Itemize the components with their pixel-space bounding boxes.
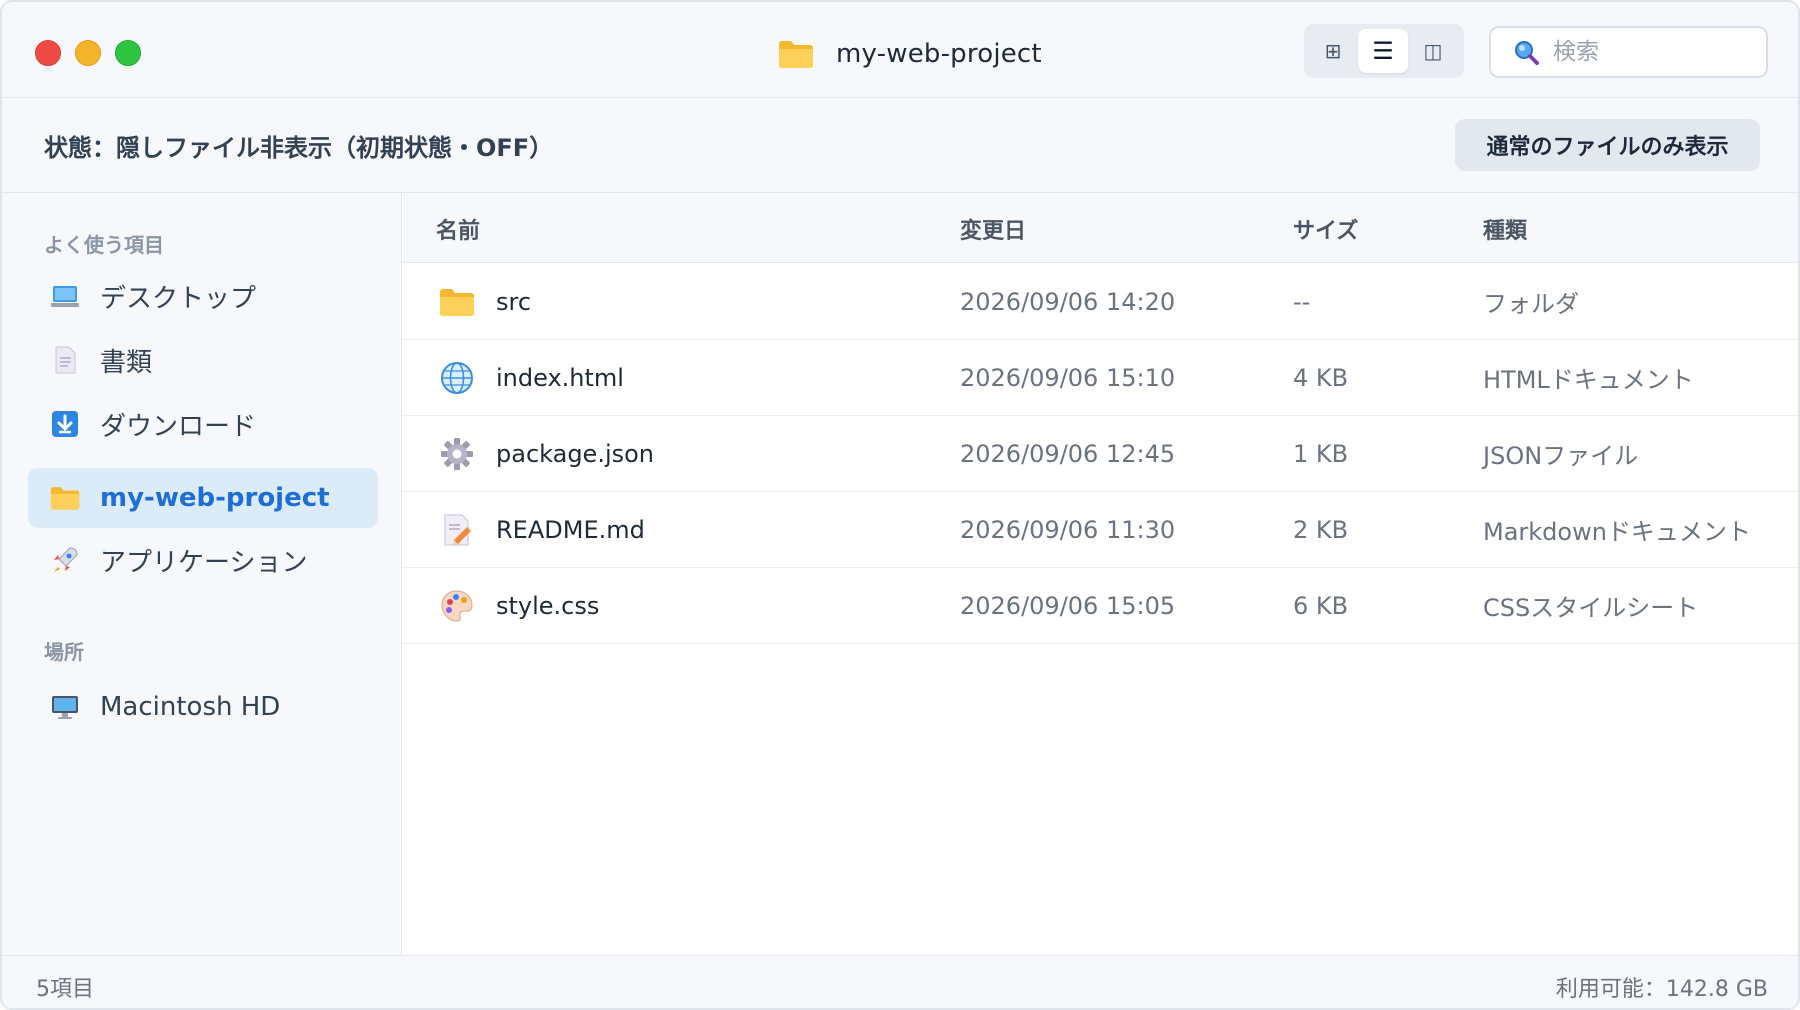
- table-row[interactable]: README.md 2026/09/06 11:30 2 KB Markdown…: [403, 492, 1798, 568]
- file-name: index.html: [496, 364, 624, 392]
- file-size: 6 KB: [1293, 592, 1349, 620]
- table-row[interactable]: style.css 2026/09/06 15:05 6 KB CSSスタイルシ…: [403, 568, 1798, 644]
- folder-icon: [50, 483, 80, 513]
- file-name: style.css: [496, 592, 600, 620]
- show-normal-files-button[interactable]: 通常のファイルのみ表示: [1455, 119, 1760, 171]
- table-row[interactable]: package.json 2026/09/06 12:45 1 KB JSONフ…: [403, 416, 1798, 492]
- sidebar-item-label: my-web-project: [100, 483, 330, 513]
- search-icon: [1515, 41, 1539, 65]
- available-space: 利用可能：142.8 GB: [1555, 977, 1768, 1002]
- sidebar-item-documents[interactable]: 書類: [28, 330, 378, 390]
- sidebar-item-downloads[interactable]: ダウンロード: [28, 394, 378, 454]
- grid-view-icon: ⊞: [1324, 39, 1342, 63]
- sidebar-item-my-web-project[interactable]: my-web-project: [28, 468, 378, 528]
- file-modified: 2026/09/06 11:30: [960, 516, 1176, 544]
- window-title-group: my-web-project: [778, 36, 1042, 72]
- file-kind: CSSスタイルシート: [1483, 594, 1699, 622]
- column-header-kind[interactable]: 種類: [1483, 213, 1527, 245]
- file-name: README.md: [496, 516, 645, 544]
- file-kind: Markdownドキュメント: [1483, 518, 1751, 546]
- file-kind: HTMLドキュメント: [1483, 366, 1694, 394]
- sidebar-item-desktop[interactable]: デスクトップ: [28, 266, 378, 326]
- sidebar-heading-favorites: よく使う項目: [44, 233, 164, 257]
- column-view-icon: ◫: [1423, 39, 1443, 63]
- file-kind: フォルダ: [1483, 290, 1579, 318]
- column-header-size[interactable]: サイズ: [1293, 213, 1358, 245]
- folder-icon: [439, 284, 475, 320]
- grid-view-button[interactable]: ⊞: [1308, 29, 1358, 73]
- folder-icon: [779, 41, 813, 68]
- sidebar-item-label: デスクトップ: [100, 283, 257, 314]
- close-button[interactable]: [35, 40, 61, 66]
- file-size: --: [1293, 288, 1311, 316]
- title-bar: my-web-project ⊞ ☰ ◫: [2, 2, 1798, 98]
- download-icon: [50, 409, 80, 439]
- list-view-icon: ☰: [1372, 37, 1394, 65]
- hidden-files-status: 状態：隠しファイル非表示（初期状態・OFF）: [44, 134, 554, 162]
- file-modified: 2026/09/06 15:05: [960, 592, 1176, 620]
- finder-window: my-web-project ⊞ ☰ ◫ 状態：隠しファイル非表示（初期状態・O…: [0, 0, 1800, 1010]
- file-modified: 2026/09/06 15:10: [960, 364, 1176, 392]
- palette-icon: [439, 588, 475, 624]
- file-kind: JSONファイル: [1483, 442, 1639, 470]
- globe-icon: [439, 360, 475, 396]
- file-size: 4 KB: [1293, 364, 1349, 392]
- item-count: 5項目: [36, 977, 94, 1002]
- window-title: my-web-project: [836, 39, 1042, 69]
- minimize-button[interactable]: [75, 40, 101, 66]
- gear-icon: [439, 436, 475, 472]
- file-modified: 2026/09/06 12:45: [960, 440, 1176, 468]
- sidebar-heading-locations: 場所: [44, 640, 84, 664]
- zoom-button[interactable]: [115, 40, 141, 66]
- column-header-name[interactable]: 名前: [436, 213, 480, 245]
- table-row[interactable]: index.html 2026/09/06 15:10 4 KB HTMLドキュ…: [403, 340, 1798, 416]
- computer-icon: [50, 692, 80, 722]
- column-view-button[interactable]: ◫: [1408, 29, 1458, 73]
- search-input[interactable]: [1553, 39, 1743, 65]
- desktop-icon: [50, 281, 80, 311]
- memo-icon: [439, 512, 475, 548]
- rocket-icon: [50, 545, 80, 575]
- view-mode-group: ⊞ ☰ ◫: [1304, 24, 1464, 78]
- sidebar-item-label: 書類: [100, 347, 153, 378]
- status-footer: 5項目 利用可能：142.8 GB: [2, 955, 1798, 1008]
- list-view-button[interactable]: ☰: [1358, 29, 1408, 73]
- column-header-modified[interactable]: 変更日: [960, 213, 1026, 245]
- status-bar: 状態：隠しファイル非表示（初期状態・OFF） 通常のファイルのみ表示: [2, 98, 1798, 193]
- table-row[interactable]: src 2026/09/06 14:20 -- フォルダ: [403, 264, 1798, 340]
- sidebar-item-applications[interactable]: アプリケーション: [28, 530, 378, 590]
- sidebar-item-label: アプリケーション: [100, 547, 308, 578]
- file-name: package.json: [496, 440, 655, 468]
- search-field[interactable]: [1489, 26, 1768, 78]
- file-list: 名前 変更日 サイズ 種類 src 2026/09/06 14:20 -- フォ…: [403, 193, 1798, 955]
- sidebar-item-label: ダウンロード: [100, 411, 257, 442]
- file-size: 2 KB: [1293, 516, 1349, 544]
- file-name: src: [496, 288, 532, 316]
- document-icon: [50, 345, 80, 375]
- sidebar-item-label: Macintosh HD: [100, 692, 281, 722]
- file-size: 1 KB: [1293, 440, 1349, 468]
- file-list-header: 名前 変更日 サイズ 種類: [403, 193, 1798, 263]
- sidebar: よく使う項目 デスクトップ 書類 ダウンロード my-web-project ア…: [2, 193, 402, 955]
- file-modified: 2026/09/06 14:20: [960, 288, 1176, 316]
- sidebar-item-macintosh-hd[interactable]: Macintosh HD: [28, 677, 378, 737]
